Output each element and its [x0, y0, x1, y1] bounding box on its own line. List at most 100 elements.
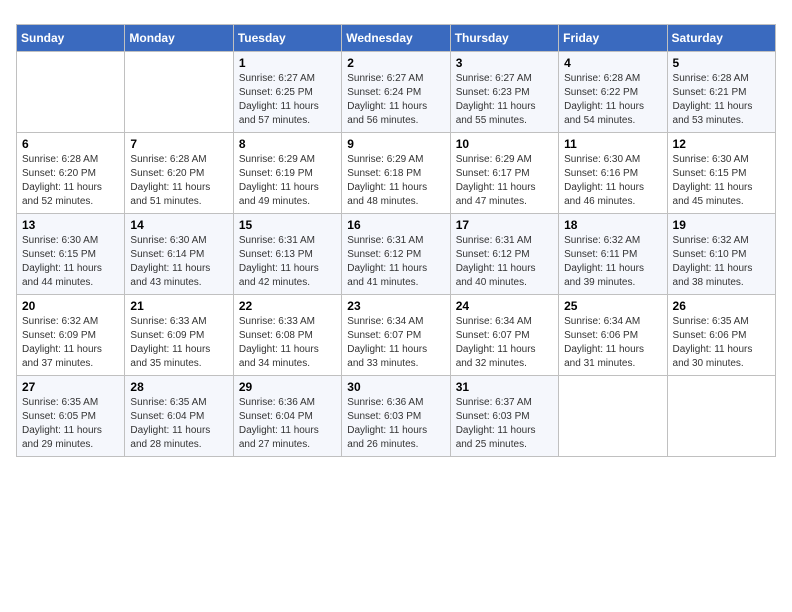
- day-number: 25: [564, 299, 661, 313]
- day-info: Sunrise: 6:28 AM Sunset: 6:21 PM Dayligh…: [673, 72, 770, 128]
- calendar-cell: 14Sunrise: 6:30 AM Sunset: 6:14 PM Dayli…: [125, 214, 233, 295]
- calendar-cell: 6 Sunrise: 6:28 AM Sunset: 6:20 PM Daylig…: [17, 133, 125, 214]
- calendar-cell: 17 Sunrise: 6:31 AM Sunset: 6:12 PM Dayli…: [450, 214, 558, 295]
- calendar-cell: 4 Sunrise: 6:28 AM Sunset: 6:22 PM Daylig…: [559, 52, 667, 133]
- day-info: Sunrise: 6:35 AM Sunset: 6:04 PM Dayligh…: [130, 396, 227, 452]
- calendar-week-1: 1Sunrise: 6:27 AM Sunset: 6:25 PM Daylig…: [17, 52, 776, 133]
- calendar-cell: 23 Sunrise: 6:34 AM Sunset: 6:07 PM Dayli…: [342, 295, 450, 376]
- calendar-cell: [559, 376, 667, 457]
- calendar-week-2: 6 Sunrise: 6:28 AM Sunset: 6:20 PM Daylig…: [17, 133, 776, 214]
- day-info: Sunrise: 6:36 AM Sunset: 6:04 PM Dayligh…: [239, 396, 336, 452]
- day-number: 5: [673, 56, 770, 70]
- col-header-saturday: Saturday: [667, 25, 775, 52]
- day-number: 4: [564, 56, 661, 70]
- day-number: 12: [673, 137, 770, 151]
- calendar-cell: 26 Sunrise: 6:35 AM Sunset: 6:06 PM Dayli…: [667, 295, 775, 376]
- day-number: 17: [456, 218, 553, 232]
- day-number: 30: [347, 380, 444, 394]
- day-number: 15: [239, 218, 336, 232]
- day-info: Sunrise: 6:29 AM Sunset: 6:18 PM Dayligh…: [347, 153, 444, 209]
- calendar-cell: 28Sunrise: 6:35 AM Sunset: 6:04 PM Dayli…: [125, 376, 233, 457]
- col-header-thursday: Thursday: [450, 25, 558, 52]
- calendar-cell: 12 Sunrise: 6:30 AM Sunset: 6:15 PM Dayli…: [667, 133, 775, 214]
- day-number: 21: [130, 299, 227, 313]
- day-number: 26: [673, 299, 770, 313]
- calendar-cell: 9 Sunrise: 6:29 AM Sunset: 6:18 PM Daylig…: [342, 133, 450, 214]
- calendar-cell: 11 Sunrise: 6:30 AM Sunset: 6:16 PM Dayli…: [559, 133, 667, 214]
- calendar-cell: 24 Sunrise: 6:34 AM Sunset: 6:07 PM Dayli…: [450, 295, 558, 376]
- day-number: 3: [456, 56, 553, 70]
- day-number: 6: [22, 137, 119, 151]
- calendar-cell: 20 Sunrise: 6:32 AM Sunset: 6:09 PM Dayli…: [17, 295, 125, 376]
- day-number: 16: [347, 218, 444, 232]
- calendar-cell: 13 Sunrise: 6:30 AM Sunset: 6:15 PM Dayli…: [17, 214, 125, 295]
- calendar-cell: 31Sunrise: 6:37 AM Sunset: 6:03 PM Dayli…: [450, 376, 558, 457]
- calendar-cell: 2 Sunrise: 6:27 AM Sunset: 6:24 PM Daylig…: [342, 52, 450, 133]
- day-number: 19: [673, 218, 770, 232]
- calendar-cell: [125, 52, 233, 133]
- day-number: 18: [564, 218, 661, 232]
- calendar-cell: 1Sunrise: 6:27 AM Sunset: 6:25 PM Daylig…: [233, 52, 341, 133]
- day-number: 23: [347, 299, 444, 313]
- col-header-sunday: Sunday: [17, 25, 125, 52]
- day-info: Sunrise: 6:28 AM Sunset: 6:20 PM Dayligh…: [130, 153, 227, 209]
- calendar-cell: 27 Sunrise: 6:35 AM Sunset: 6:05 PM Dayli…: [17, 376, 125, 457]
- day-info: Sunrise: 6:32 AM Sunset: 6:09 PM Dayligh…: [22, 315, 119, 371]
- day-number: 8: [239, 137, 336, 151]
- day-info: Sunrise: 6:29 AM Sunset: 6:19 PM Dayligh…: [239, 153, 336, 209]
- day-info: Sunrise: 6:32 AM Sunset: 6:10 PM Dayligh…: [673, 234, 770, 290]
- day-info: Sunrise: 6:34 AM Sunset: 6:07 PM Dayligh…: [347, 315, 444, 371]
- col-header-wednesday: Wednesday: [342, 25, 450, 52]
- day-info: Sunrise: 6:27 AM Sunset: 6:23 PM Dayligh…: [456, 72, 553, 128]
- day-number: 27: [22, 380, 119, 394]
- calendar-cell: 22 Sunrise: 6:33 AM Sunset: 6:08 PM Dayli…: [233, 295, 341, 376]
- day-info: Sunrise: 6:35 AM Sunset: 6:05 PM Dayligh…: [22, 396, 119, 452]
- day-info: Sunrise: 6:30 AM Sunset: 6:15 PM Dayligh…: [673, 153, 770, 209]
- day-info: Sunrise: 6:30 AM Sunset: 6:16 PM Dayligh…: [564, 153, 661, 209]
- day-number: 29: [239, 380, 336, 394]
- day-number: 20: [22, 299, 119, 313]
- day-number: 9: [347, 137, 444, 151]
- day-info: Sunrise: 6:29 AM Sunset: 6:17 PM Dayligh…: [456, 153, 553, 209]
- calendar-cell: 3 Sunrise: 6:27 AM Sunset: 6:23 PM Daylig…: [450, 52, 558, 133]
- calendar-cell: 18 Sunrise: 6:32 AM Sunset: 6:11 PM Dayli…: [559, 214, 667, 295]
- day-number: 11: [564, 137, 661, 151]
- calendar-cell: 10 Sunrise: 6:29 AM Sunset: 6:17 PM Dayli…: [450, 133, 558, 214]
- col-header-tuesday: Tuesday: [233, 25, 341, 52]
- day-info: Sunrise: 6:33 AM Sunset: 6:08 PM Dayligh…: [239, 315, 336, 371]
- day-number: 1: [239, 56, 336, 70]
- calendar-cell: 5 Sunrise: 6:28 AM Sunset: 6:21 PM Daylig…: [667, 52, 775, 133]
- calendar-cell: [17, 52, 125, 133]
- calendar-week-5: 27 Sunrise: 6:35 AM Sunset: 6:05 PM Dayli…: [17, 376, 776, 457]
- day-number: 10: [456, 137, 553, 151]
- calendar-cell: 15 Sunrise: 6:31 AM Sunset: 6:13 PM Dayli…: [233, 214, 341, 295]
- day-number: 24: [456, 299, 553, 313]
- calendar-cell: 25 Sunrise: 6:34 AM Sunset: 6:06 PM Dayli…: [559, 295, 667, 376]
- day-info: Sunrise: 6:30 AM Sunset: 6:15 PM Dayligh…: [22, 234, 119, 290]
- day-info: Sunrise: 6:31 AM Sunset: 6:12 PM Dayligh…: [456, 234, 553, 290]
- day-info: Sunrise: 6:33 AM Sunset: 6:09 PM Dayligh…: [130, 315, 227, 371]
- day-number: 22: [239, 299, 336, 313]
- calendar-cell: 29 Sunrise: 6:36 AM Sunset: 6:04 PM Dayli…: [233, 376, 341, 457]
- calendar-week-4: 20 Sunrise: 6:32 AM Sunset: 6:09 PM Dayli…: [17, 295, 776, 376]
- day-info: Sunrise: 6:34 AM Sunset: 6:07 PM Dayligh…: [456, 315, 553, 371]
- day-number: 13: [22, 218, 119, 232]
- day-number: 31: [456, 380, 553, 394]
- day-number: 7: [130, 137, 227, 151]
- day-number: 2: [347, 56, 444, 70]
- day-info: Sunrise: 6:35 AM Sunset: 6:06 PM Dayligh…: [673, 315, 770, 371]
- day-info: Sunrise: 6:31 AM Sunset: 6:13 PM Dayligh…: [239, 234, 336, 290]
- day-info: Sunrise: 6:28 AM Sunset: 6:20 PM Dayligh…: [22, 153, 119, 209]
- calendar-cell: 30Sunrise: 6:36 AM Sunset: 6:03 PM Dayli…: [342, 376, 450, 457]
- day-info: Sunrise: 6:28 AM Sunset: 6:22 PM Dayligh…: [564, 72, 661, 128]
- day-info: Sunrise: 6:32 AM Sunset: 6:11 PM Dayligh…: [564, 234, 661, 290]
- day-info: Sunrise: 6:27 AM Sunset: 6:24 PM Dayligh…: [347, 72, 444, 128]
- col-header-friday: Friday: [559, 25, 667, 52]
- calendar-table: SundayMondayTuesdayWednesdayThursdayFrid…: [16, 24, 776, 457]
- col-header-monday: Monday: [125, 25, 233, 52]
- day-info: Sunrise: 6:34 AM Sunset: 6:06 PM Dayligh…: [564, 315, 661, 371]
- calendar-cell: 19 Sunrise: 6:32 AM Sunset: 6:10 PM Dayli…: [667, 214, 775, 295]
- calendar-cell: 21 Sunrise: 6:33 AM Sunset: 6:09 PM Dayli…: [125, 295, 233, 376]
- calendar-cell: 8 Sunrise: 6:29 AM Sunset: 6:19 PM Daylig…: [233, 133, 341, 214]
- day-number: 14: [130, 218, 227, 232]
